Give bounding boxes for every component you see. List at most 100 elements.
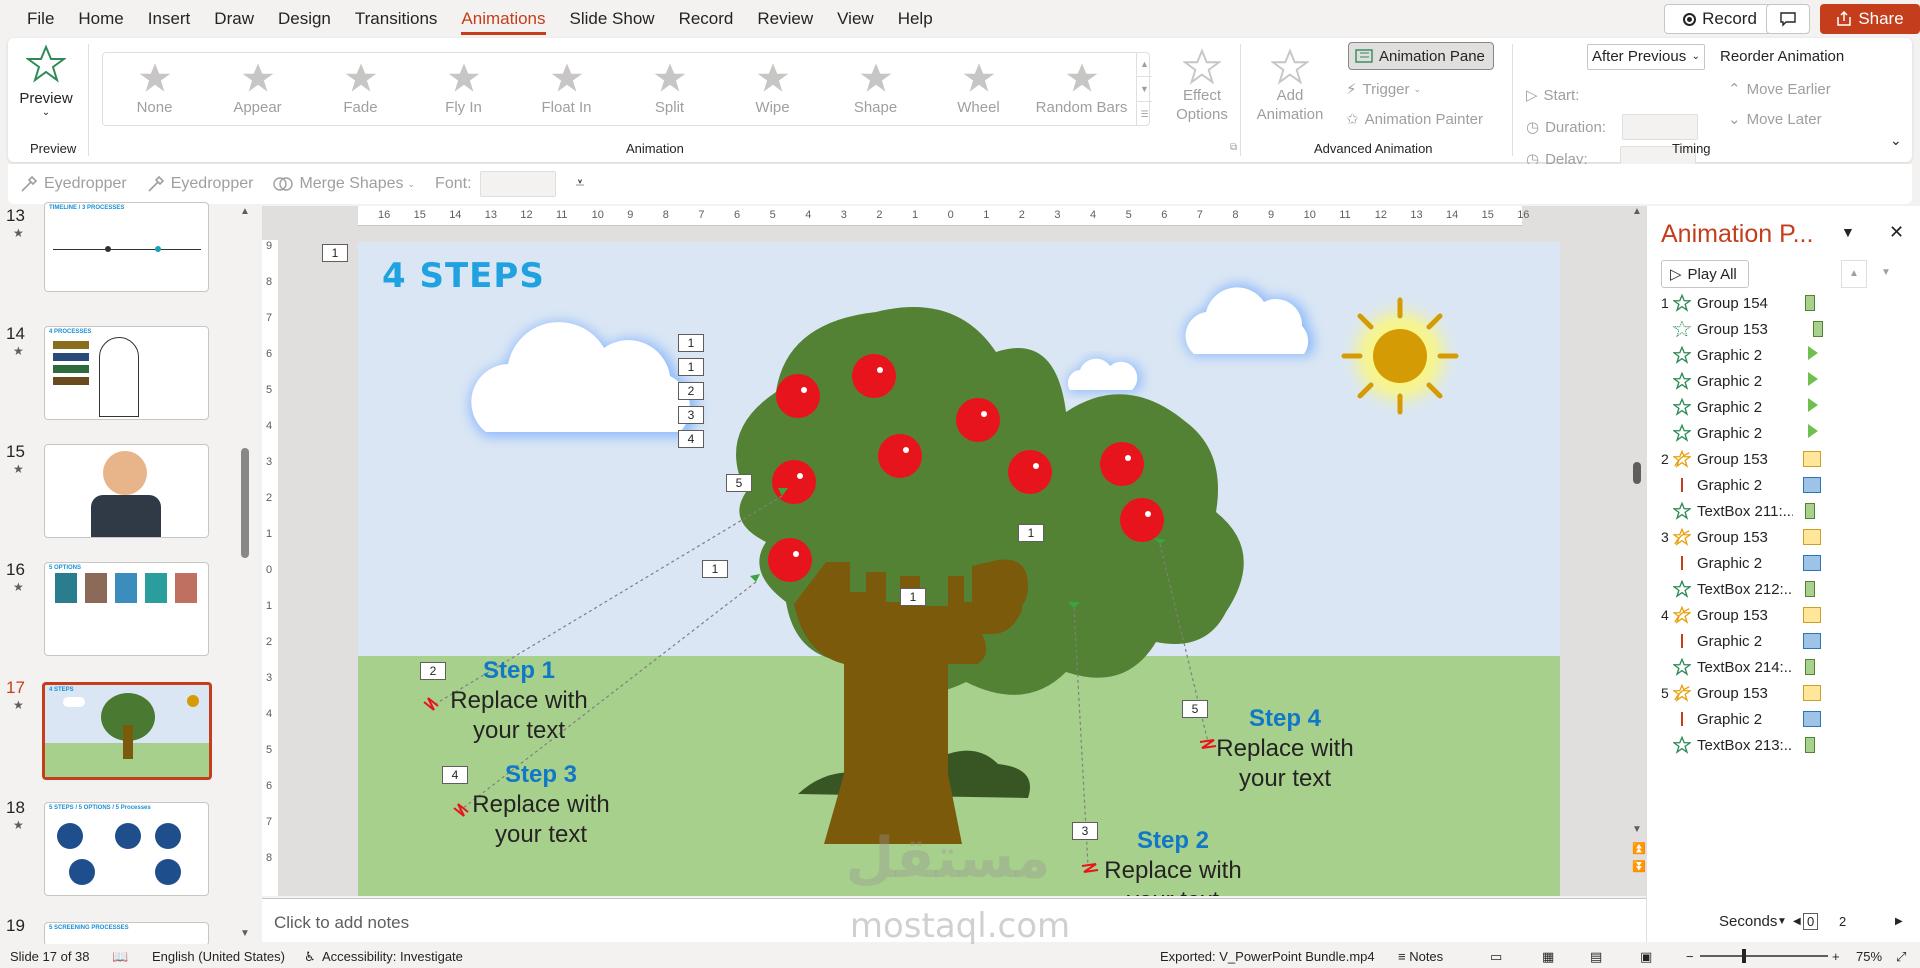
anim-wheel[interactable]: Wheel [927, 53, 1030, 125]
move-down-button[interactable]: ▼ [1873, 260, 1899, 288]
pane-options-icon[interactable]: ▼ [1841, 224, 1855, 240]
slide-thumbnail-13[interactable]: TIMELINE / 3 PROCESSES [44, 202, 209, 292]
gallery-scroll[interactable]: ▲ ▼ ☰ [1136, 52, 1152, 126]
trigger-button[interactable]: ⚡ Trigger ⌄ [1346, 76, 1421, 102]
zoom-out-icon[interactable]: − [1686, 949, 1694, 964]
play-all-button[interactable]: ▷ Play All [1661, 260, 1749, 288]
start-select[interactable]: After Previous ⌄ [1587, 44, 1705, 70]
menu-draw[interactable]: Draw [202, 0, 266, 38]
animation-list-item[interactable]: Graphic 2 [1661, 420, 1901, 446]
effect-options-button[interactable]: Effect Options [1164, 48, 1240, 124]
customize-qat-icon[interactable]: ⩡ [576, 175, 585, 193]
menu-home[interactable]: Home [66, 0, 135, 38]
normal-view-icon[interactable]: ▭ [1490, 949, 1502, 965]
anim-appear[interactable]: Appear [206, 53, 309, 125]
animation-tag[interactable]: 3 [678, 406, 704, 424]
accessibility-icon[interactable]: ♿ [304, 949, 316, 965]
animation-list-item[interactable]: 4 Group 153 [1661, 602, 1901, 628]
slide-canvas[interactable]: 4 STEPS Step 1 Replace with your text St… [358, 242, 1560, 896]
scroll-up-icon[interactable]: ▲ [1632, 206, 1642, 217]
animation-list-item[interactable]: TextBox 212:... [1661, 576, 1901, 602]
gallery-down-icon[interactable]: ▼ [1137, 77, 1152, 102]
font-select[interactable] [479, 171, 556, 197]
collapse-ribbon-icon[interactable]: ⌄ [1890, 132, 1902, 149]
menu-file[interactable]: File [0, 0, 66, 38]
animation-list-item[interactable]: 2 Group 153 [1661, 446, 1901, 472]
slide-sorter-icon[interactable]: ▦ [1542, 949, 1554, 965]
menu-view[interactable]: View [825, 0, 886, 38]
animation-list-item[interactable]: Graphic 2 [1661, 706, 1901, 732]
anim-shape[interactable]: Shape [824, 53, 927, 125]
dialog-launcher-icon[interactable]: ⧉ [1230, 142, 1237, 153]
menu-review[interactable]: Review [745, 0, 825, 38]
slide-show-icon[interactable]: ▣ [1640, 949, 1652, 965]
menu-transitions[interactable]: Transitions [343, 0, 450, 38]
animation-list-item[interactable]: 5 Group 153 [1661, 680, 1901, 706]
anim-fade[interactable]: Fade [309, 53, 412, 125]
next-slide-icon[interactable]: ⏬ [1632, 860, 1646, 873]
zoom-level[interactable]: 75% [1856, 949, 1882, 964]
gallery-up-icon[interactable]: ▲ [1137, 52, 1152, 77]
slide-thumbnail-18[interactable]: 5 STEPS / 5 OPTIONS / 5 Processes [44, 802, 209, 896]
seconds-select[interactable]: Seconds [1719, 913, 1777, 930]
animation-tag[interactable]: 1 [678, 358, 704, 376]
move-up-button[interactable]: ▲ [1841, 260, 1867, 288]
animation-tag[interactable]: 3 [1072, 822, 1098, 840]
animation-tag[interactable]: 5 [726, 474, 752, 492]
animation-list-item[interactable]: Group 153 [1661, 316, 1901, 342]
horizontal-ruler[interactable]: 16 15 14 13 12 11 10 9 8 7 6 5 4 3 2 1 0 1 2 3 4 5 6 7 8 9 10 11 12 1… [358, 206, 1529, 226]
record-button[interactable]: Record [1664, 4, 1776, 34]
fit-slide-icon[interactable]: ⤢ [1896, 949, 1906, 965]
previous-slide-icon[interactable]: ⏫ [1632, 842, 1646, 855]
slide-title[interactable]: 4 STEPS [382, 256, 545, 296]
timeline-right-icon[interactable]: ▶ [1895, 916, 1903, 927]
animation-tag[interactable]: 1 [900, 588, 926, 606]
slide-thumbnail-19[interactable]: 5 SCREENING PROCESSES [44, 922, 209, 946]
preview-button[interactable]: Preview ⌄ [16, 44, 76, 134]
anim-none[interactable]: None [103, 53, 206, 125]
duration-input[interactable] [1622, 114, 1698, 140]
vertical-ruler[interactable]: 9 8 7 6 5 4 3 2 1 0 1 2 3 4 5 6 7 8 [262, 240, 278, 896]
animation-tag[interactable]: 5 [1182, 700, 1208, 718]
move-earlier-button[interactable]: ⌃ Move Earlier [1728, 76, 1831, 102]
step-4-text[interactable]: Step 4 Replace with your text [1210, 704, 1360, 794]
animation-tag[interactable]: 1 [1018, 524, 1044, 542]
zoom-in-icon[interactable]: + [1832, 949, 1840, 964]
animation-tag[interactable]: 4 [442, 766, 468, 784]
animation-list-item[interactable]: 1 Group 154 [1661, 290, 1901, 316]
animation-list-item[interactable]: Graphic 2 [1661, 472, 1901, 498]
step-1-text[interactable]: Step 1 Replace with your text [444, 656, 594, 746]
animation-tag[interactable]: 1 [678, 334, 704, 352]
animation-painter-button[interactable]: ✩ Animation Painter [1346, 106, 1483, 132]
spellcheck-icon[interactable]: 📖 [112, 949, 128, 965]
animation-list-item[interactable]: TextBox 213:... [1661, 732, 1901, 758]
animation-list-item[interactable]: Graphic 2 [1661, 628, 1901, 654]
animation-list-item[interactable]: Graphic 2 [1661, 368, 1901, 394]
zoom-slider[interactable] [1700, 955, 1828, 957]
animation-tag[interactable]: 2 [420, 662, 446, 680]
accessibility-status[interactable]: Accessibility: Investigate [322, 949, 463, 964]
reading-view-icon[interactable]: ▤ [1590, 949, 1602, 965]
editor-scrollbar[interactable]: ▲ ▼ ⏫ ⏬ [1628, 206, 1646, 896]
scroll-down-icon[interactable]: ▼ [240, 928, 250, 939]
step-3-text[interactable]: Step 3 Replace with your text [466, 760, 616, 850]
menu-record[interactable]: Record [667, 0, 746, 38]
step-2-text[interactable]: Step 2 Replace with your text [1098, 826, 1248, 896]
menu-design[interactable]: Design [266, 0, 343, 38]
scroll-down-icon[interactable]: ▼ [1632, 824, 1642, 835]
eyedropper-button-1[interactable]: Eyedropper [20, 175, 127, 193]
menu-insert[interactable]: Insert [136, 0, 203, 38]
menu-slide-show[interactable]: Slide Show [558, 0, 667, 38]
animation-list-item[interactable]: TextBox 211:... [1661, 498, 1901, 524]
language[interactable]: English (United States) [152, 949, 285, 964]
timeline-left-icon[interactable]: ◀ [1793, 916, 1801, 927]
move-later-button[interactable]: ⌄ Move Later [1728, 106, 1822, 132]
close-icon[interactable]: ✕ [1889, 222, 1904, 243]
animation-list-item[interactable]: 3 Group 153 [1661, 524, 1901, 550]
menu-help[interactable]: Help [886, 0, 945, 38]
slide-thumbnail-17[interactable]: 4 STEPS [42, 682, 212, 780]
animation-list-item[interactable]: Graphic 2 [1661, 550, 1901, 576]
animation-list-item[interactable]: TextBox 214:... [1661, 654, 1901, 680]
comments-button[interactable] [1766, 4, 1810, 34]
merge-shapes-button[interactable]: Merge Shapes ⌄ [273, 175, 415, 193]
